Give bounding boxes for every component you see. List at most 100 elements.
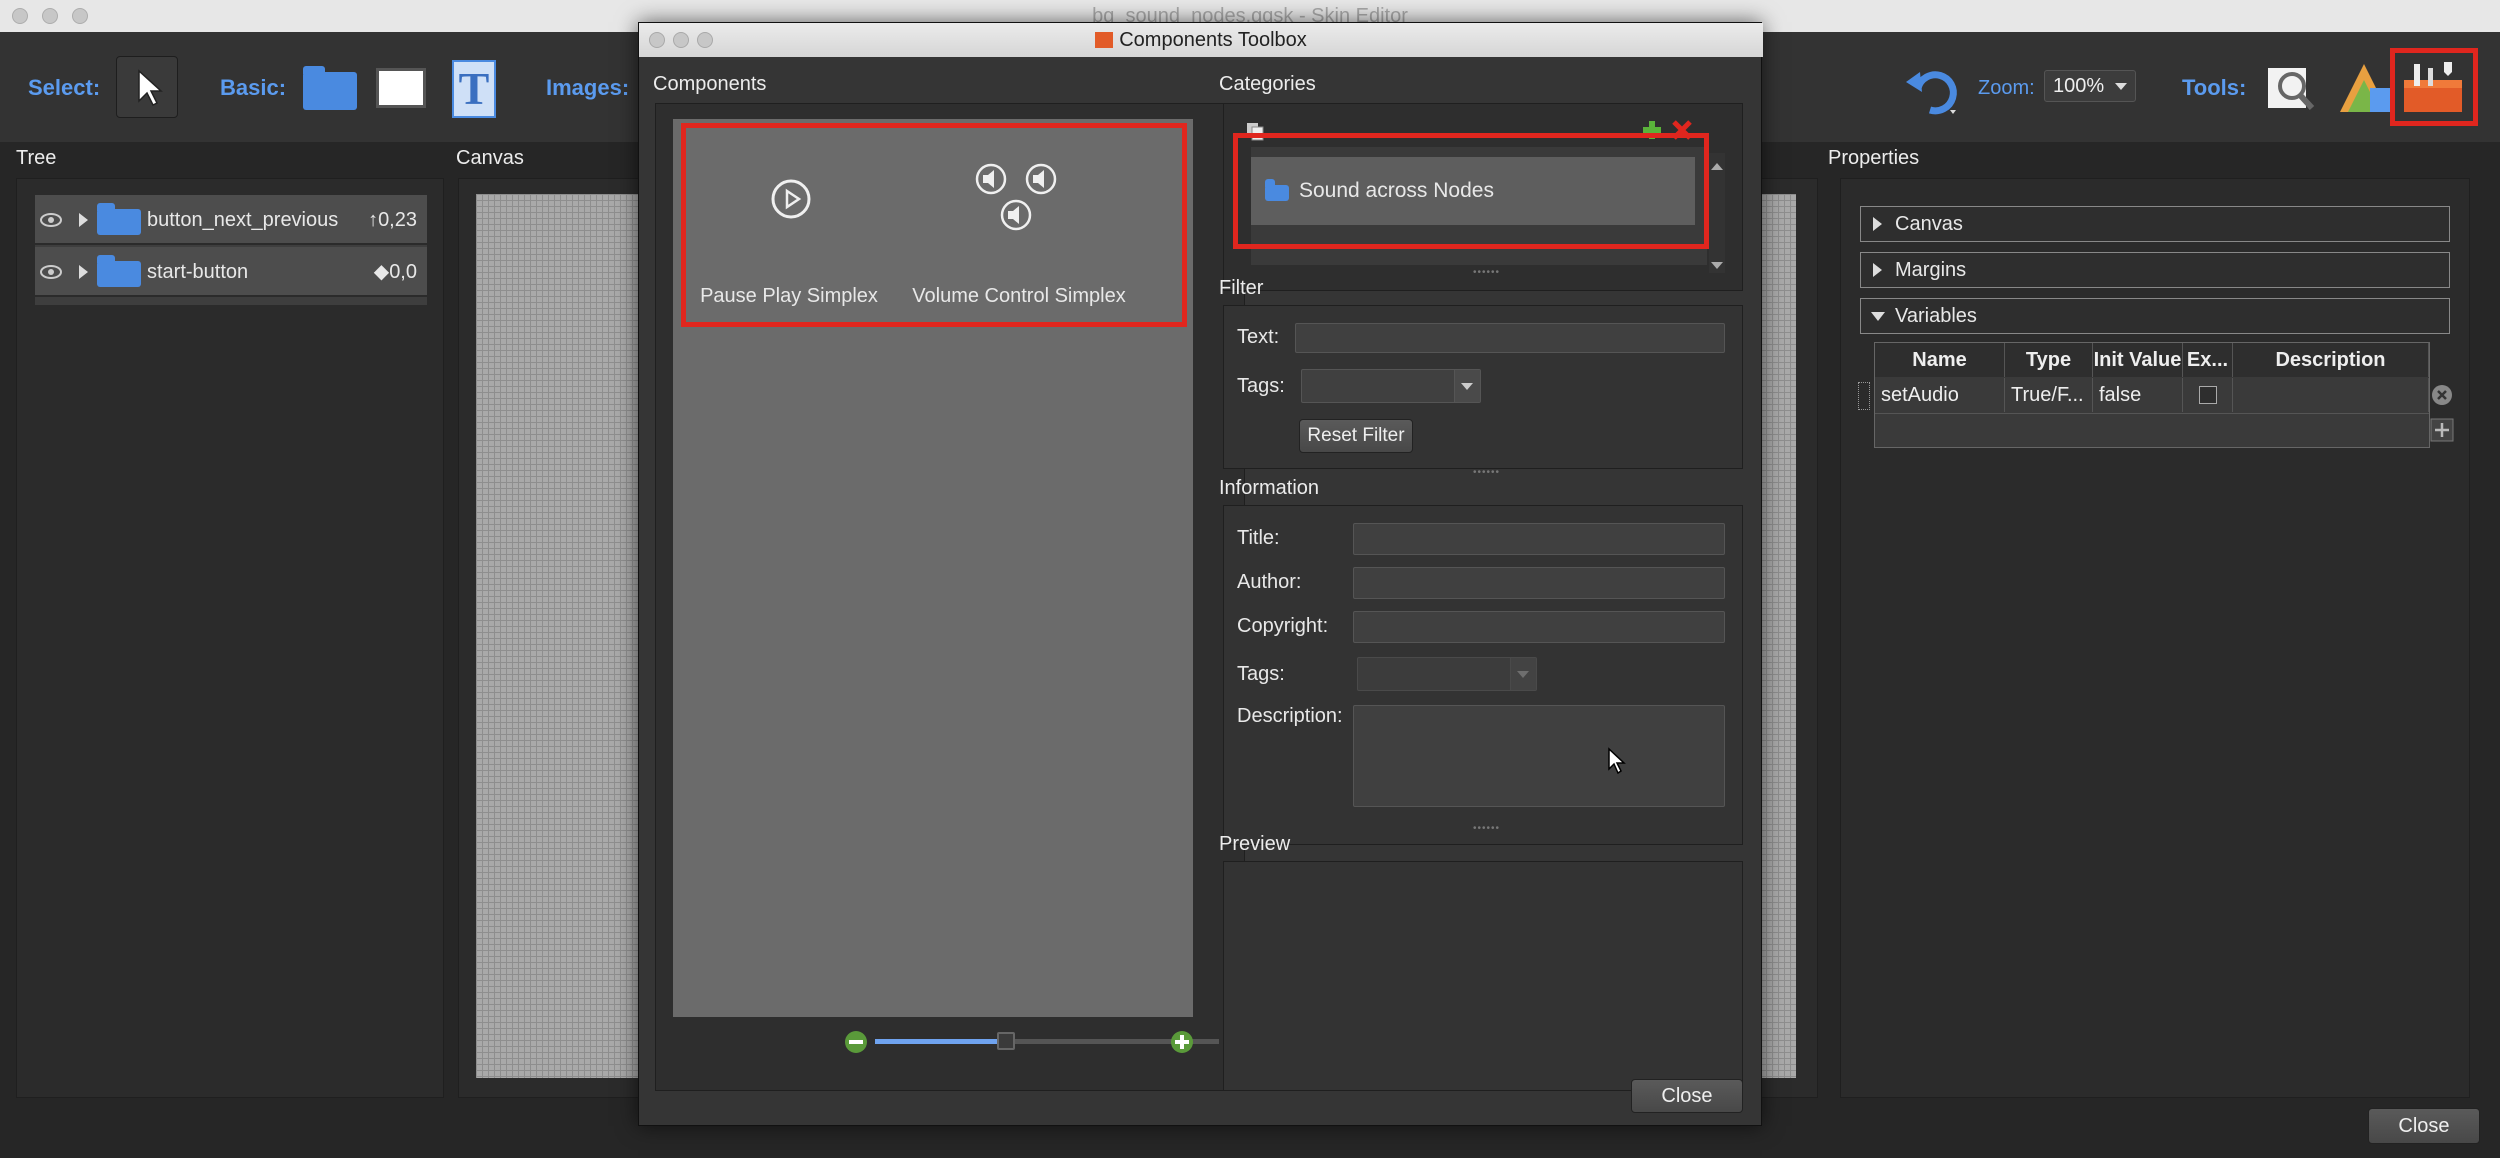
dialog-titlebar: Components Toolbox — [639, 23, 1763, 57]
section-label: Canvas — [1895, 213, 1963, 235]
filter-tags-select[interactable] — [1301, 369, 1481, 403]
color-palette-icon[interactable] — [2334, 58, 2394, 118]
tree-panel — [16, 178, 444, 1098]
filter-text-input[interactable] — [1295, 323, 1725, 353]
info-copyright-label: Copyright: — [1237, 615, 1329, 637]
info-copyright-input[interactable] — [1353, 611, 1725, 643]
collapse-arrow-icon — [1871, 312, 1885, 321]
scroll-down-icon[interactable] — [1711, 262, 1723, 269]
section-label: Variables — [1895, 305, 1977, 327]
info-title-input[interactable] — [1353, 523, 1725, 555]
export-checkbox[interactable] — [2199, 386, 2217, 404]
zoom-window-button[interactable] — [72, 8, 88, 24]
variable-export-cell — [2183, 378, 2233, 412]
expand-arrow-icon[interactable] — [79, 213, 88, 227]
images-label: Images: — [546, 75, 630, 100]
dialog-title: Components Toolbox — [1119, 29, 1307, 51]
select-tool-button[interactable] — [116, 56, 178, 118]
dialog-zoom-dot[interactable] — [697, 32, 713, 48]
eye-icon[interactable] — [39, 208, 63, 232]
undo-icon[interactable] — [1900, 58, 1962, 120]
tree-row[interactable]: start-button ◆0,0 — [35, 247, 427, 297]
inspect-magnifier-icon[interactable] — [2262, 58, 2322, 118]
info-description-textarea[interactable] — [1353, 705, 1725, 807]
filter-title: Filter — [1219, 277, 1264, 299]
toolbox-app-icon — [1095, 32, 1114, 48]
minimize-window-button[interactable] — [42, 8, 58, 24]
zoom-select[interactable]: 100% — [2044, 70, 2136, 102]
container-tool-folder-icon[interactable] — [303, 66, 357, 110]
basic-label: Basic: — [220, 75, 287, 100]
splitter-grip[interactable]: •••••• — [1473, 267, 1500, 278]
splitter-grip[interactable]: •••••• — [1473, 467, 1500, 478]
column-header[interactable]: Ex... — [2183, 343, 2233, 377]
components-title: Components — [653, 73, 767, 95]
remove-variable-icon[interactable] — [2430, 383, 2454, 407]
zoom-in-icon[interactable] — [1169, 1029, 1195, 1055]
column-header[interactable]: Name — [1875, 343, 2005, 377]
zoom-slider-fill — [875, 1039, 1005, 1044]
category-highlight-box — [1233, 133, 1709, 249]
folder-icon — [97, 203, 141, 235]
variable-type-cell[interactable]: True/F... — [2005, 378, 2093, 412]
components-highlight-box — [681, 123, 1187, 327]
dialog-minimize-dot[interactable] — [673, 32, 689, 48]
column-header[interactable]: Init Value — [2093, 343, 2183, 377]
tree-item-number: 0,0 — [389, 261, 417, 283]
info-author-label: Author: — [1237, 571, 1302, 593]
info-tags-label: Tags: — [1237, 663, 1285, 685]
tree-item-label: start-button — [147, 261, 249, 283]
zoom-out-icon[interactable] — [843, 1029, 869, 1055]
tree-item-number: 0,23 — [378, 209, 417, 231]
expand-arrow-icon[interactable] — [79, 265, 88, 279]
zoom-label: Zoom: — [1978, 77, 2035, 99]
empty-variable-row[interactable] — [1875, 413, 2429, 447]
tools-label: Tools: — [2182, 75, 2247, 100]
chevron-down-icon — [2115, 83, 2127, 90]
expand-arrow-icon — [1873, 263, 1882, 277]
eye-icon[interactable] — [39, 260, 63, 284]
tree-item-value: ↑0,23 — [368, 209, 417, 231]
pointer-icon — [138, 69, 163, 107]
column-header[interactable]: Description — [2233, 343, 2429, 377]
column-header[interactable]: Type — [2005, 343, 2093, 377]
chevron-down-icon — [1461, 383, 1473, 390]
text-tool-icon[interactable]: T — [452, 60, 496, 118]
scroll-up-icon[interactable] — [1711, 163, 1723, 170]
dialog-close-dot[interactable] — [649, 32, 665, 48]
info-description-label: Description: — [1237, 705, 1343, 727]
variable-name-cell[interactable]: setAudio — [1875, 378, 2005, 412]
row-drag-handle[interactable] — [1858, 382, 1870, 410]
add-variable-icon[interactable] — [2430, 418, 2454, 442]
folder-icon — [97, 255, 141, 287]
mouse-cursor-icon — [1608, 747, 1626, 775]
variable-init-cell[interactable]: false — [2093, 378, 2183, 412]
variables-section[interactable]: Variables — [1860, 298, 2450, 334]
components-toolbox-icon[interactable] — [2400, 58, 2466, 116]
tree-row[interactable]: button_next_previous ↑0,23 — [35, 195, 427, 245]
preview-panel — [1223, 861, 1743, 1091]
splitter-grip[interactable]: •••••• — [1473, 823, 1500, 834]
zoom-value: 100% — [2053, 75, 2105, 97]
rectangle-tool-icon[interactable] — [376, 68, 426, 108]
tree-title: Tree — [16, 147, 57, 169]
info-tags-select[interactable] — [1357, 657, 1537, 691]
preview-title: Preview — [1219, 833, 1291, 855]
canvas-section[interactable]: Canvas — [1860, 206, 2450, 242]
variable-description-cell[interactable] — [2233, 378, 2429, 412]
info-author-input[interactable] — [1353, 567, 1725, 599]
close-window-button[interactable] — [12, 8, 28, 24]
filter-tags-label: Tags: — [1237, 375, 1285, 397]
categories-scrollbar[interactable] — [1709, 153, 1725, 273]
information-title: Information — [1219, 477, 1320, 499]
zoom-slider-handle[interactable] — [997, 1032, 1015, 1050]
reset-filter-button[interactable]: Reset Filter — [1299, 419, 1413, 453]
tree-item-value: ◆0,0 — [373, 261, 417, 283]
tree-item-label: button_next_previous — [147, 209, 339, 231]
margins-section[interactable]: Margins — [1860, 252, 2450, 288]
dialog-close-button[interactable]: Close — [1631, 1079, 1743, 1113]
main-close-button[interactable]: Close — [2368, 1108, 2480, 1144]
categories-title: Categories — [1219, 73, 1316, 95]
select-label: Select: — [28, 75, 101, 100]
properties-title: Properties — [1828, 147, 1920, 169]
